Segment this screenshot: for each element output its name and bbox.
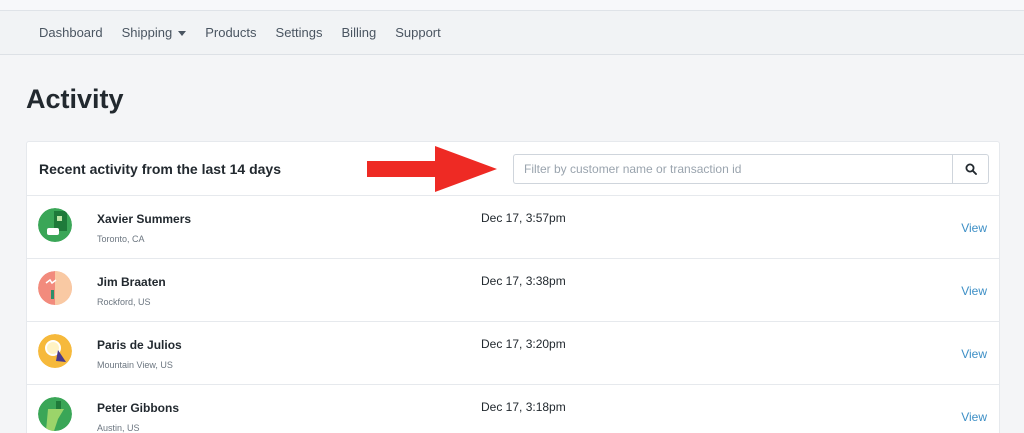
- activity-row: Peter Gibbons Austin, US Dec 17, 3:18pm …: [27, 385, 999, 433]
- activity-date: Dec 17, 3:57pm: [481, 211, 566, 225]
- nav-item-label: Support: [395, 25, 441, 40]
- nav-item-products[interactable]: Products: [205, 25, 256, 40]
- activity-date: Dec 17, 3:38pm: [481, 274, 566, 288]
- nav-item-label: Settings: [275, 25, 323, 40]
- nav-item-label: Products: [205, 25, 257, 40]
- view-link[interactable]: View: [961, 347, 987, 361]
- view-link[interactable]: View: [961, 284, 987, 298]
- filter-search-group: [513, 154, 989, 184]
- view-link[interactable]: View: [961, 221, 987, 235]
- nav-item-support[interactable]: Support: [395, 25, 441, 40]
- activity-card-header: Recent activity from the last 14 days: [27, 142, 999, 196]
- customer-location: Rockford, US: [97, 297, 151, 307]
- customer-name: Paris de Julios: [97, 338, 182, 352]
- nav-item-settings[interactable]: Settings: [276, 25, 323, 40]
- caret-down-icon: [178, 30, 187, 36]
- activity-card-title: Recent activity from the last 14 days: [39, 161, 281, 177]
- nav-item-shipping[interactable]: Shipping: [122, 25, 187, 40]
- search-icon: [965, 163, 977, 175]
- view-link[interactable]: View: [961, 410, 987, 424]
- page-title: Activity: [26, 84, 124, 114]
- avatar: [38, 208, 72, 242]
- customer-name: Peter Gibbons: [97, 401, 180, 415]
- activity-row: Xavier Summers Toronto, CA Dec 17, 3:57p…: [27, 196, 999, 259]
- top-nav: Dashboard Shipping Products Settings Bil…: [0, 11, 1024, 55]
- search-button[interactable]: [952, 154, 989, 184]
- nav-item-label: Shipping: [121, 25, 173, 40]
- filter-input[interactable]: [513, 154, 952, 184]
- red-arrow-icon: [367, 146, 497, 192]
- avatar: [38, 271, 72, 305]
- activity-date: Dec 17, 3:18pm: [481, 400, 566, 414]
- nav-item-billing[interactable]: Billing: [342, 25, 377, 40]
- customer-name: Xavier Summers: [97, 212, 192, 226]
- nav-item-label: Dashboard: [39, 25, 103, 40]
- customer-location: Toronto, CA: [97, 234, 145, 244]
- avatar: [38, 397, 72, 431]
- activity-date: Dec 17, 3:20pm: [481, 337, 566, 351]
- customer-name: Jim Braaten: [97, 275, 166, 289]
- activity-row: Paris de Julios Mountain View, US Dec 17…: [27, 322, 999, 385]
- customer-location: Mountain View, US: [97, 360, 173, 370]
- activity-card: Recent activity from the last 14 days Xa…: [26, 141, 1000, 433]
- customer-location: Austin, US: [97, 423, 140, 433]
- nav-item-label: Billing: [341, 25, 377, 40]
- avatar: [38, 334, 72, 368]
- top-strip: [0, 0, 1024, 11]
- activity-row: Jim Braaten Rockford, US Dec 17, 3:38pm …: [27, 259, 999, 322]
- nav-item-dashboard[interactable]: Dashboard: [39, 25, 103, 40]
